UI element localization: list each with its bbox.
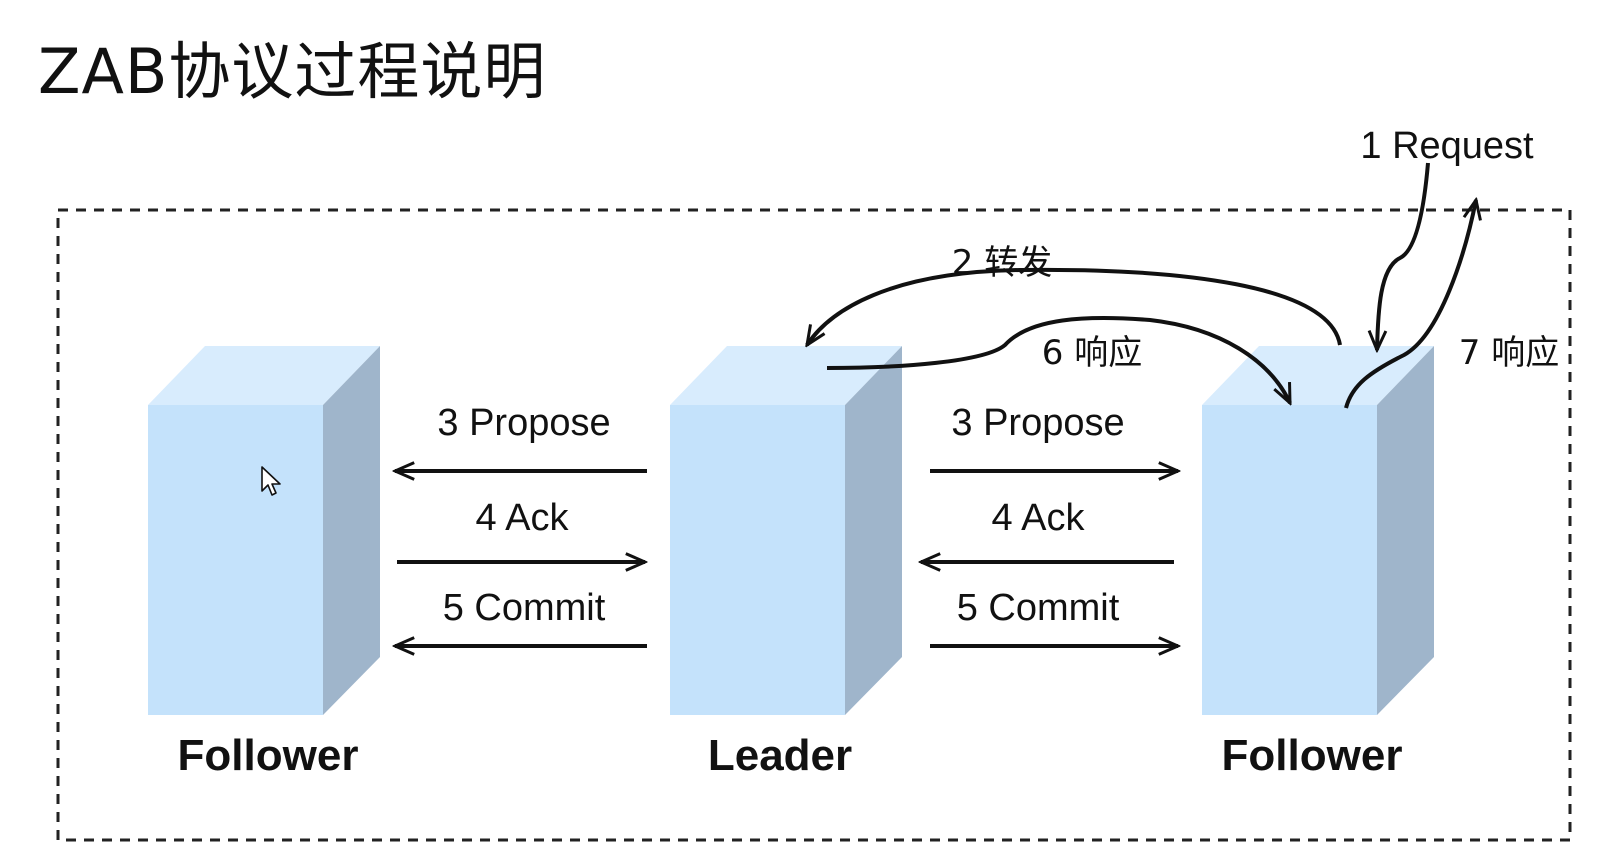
propose-right-label: 3 Propose: [951, 402, 1124, 444]
commit-left-label: 5 Commit: [443, 587, 606, 629]
follower-left-label: Follower: [178, 731, 359, 780]
zab-diagram: Follower Leader Follower 3 Propose 4 Ack…: [56, 125, 1572, 842]
request-arrow: [1377, 162, 1430, 350]
ack-right-label: 4 Ack: [992, 497, 1086, 539]
follower-left-box: [148, 346, 380, 715]
request-label: 1 Request: [1360, 125, 1534, 167]
forward-label: 2 转发: [952, 243, 1052, 283]
leader-label: Leader: [708, 731, 852, 780]
ack-left-label: 4 Ack: [476, 497, 570, 539]
follower-right-label: Follower: [1222, 731, 1403, 780]
leader-box: [670, 346, 902, 715]
follower-right-box: [1202, 346, 1434, 715]
response7-label: 7 响应: [1459, 333, 1559, 373]
response6-label: 6 响应: [1042, 333, 1142, 373]
commit-right-label: 5 Commit: [957, 587, 1120, 629]
propose-left-label: 3 Propose: [437, 402, 610, 444]
